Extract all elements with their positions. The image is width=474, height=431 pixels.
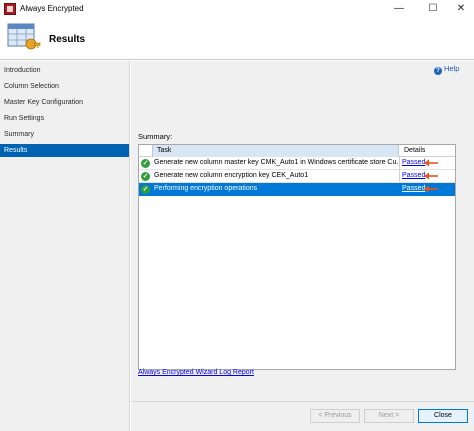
task-cell: Performing encryption operations [154, 185, 258, 192]
details-passed-link[interactable]: Passed [401, 183, 425, 195]
help-link[interactable]: ? Help [434, 64, 459, 75]
column-divider [399, 157, 400, 169]
sidebar-item-introduction[interactable]: Introduction [0, 64, 129, 77]
next-button[interactable]: Next > [364, 409, 414, 423]
wizard-header: Results [0, 18, 474, 60]
wizard-icon [7, 23, 41, 50]
help-icon: ? [434, 67, 442, 75]
sidebar-item-run-settings[interactable]: Run Settings [0, 112, 129, 125]
window-title: Always Encrypted [20, 4, 84, 13]
column-header-task[interactable]: Task [152, 145, 399, 157]
success-check-icon: ✓ [141, 159, 150, 168]
sidebar-item-results[interactable]: Results [0, 144, 129, 157]
annotation-arrow-icon [424, 185, 438, 193]
table-row-selected[interactable]: ✓ Performing encryption operations Passe… [139, 183, 455, 196]
success-check-icon: ✓ [141, 185, 150, 194]
help-label: Help [444, 64, 460, 73]
app-icon [4, 3, 16, 15]
close-window-button[interactable]: ✕ [446, 0, 474, 18]
summary-label: Summary: [138, 132, 173, 141]
sidebar-item-master-key-configuration[interactable]: Master Key Configuration [0, 96, 129, 109]
page-title: Results [49, 34, 86, 45]
title-bar: Always Encrypted — ☐ ✕ [0, 0, 474, 18]
footer-divider [131, 401, 474, 402]
details-passed-link[interactable]: Passed [401, 170, 425, 182]
minimize-button[interactable]: — [384, 0, 414, 18]
log-report-link[interactable]: Always Encrypted Wizard Log Report [138, 369, 254, 376]
previous-button[interactable]: < Previous [310, 409, 360, 423]
results-grid: Task Details ✓ Generate new column maste… [138, 144, 456, 370]
column-divider [399, 170, 400, 182]
annotation-arrow-icon [424, 172, 438, 180]
table-row[interactable]: ✓ Generate new column encryption key CEK… [139, 170, 455, 183]
maximize-button[interactable]: ☐ [418, 0, 448, 18]
sidebar-item-column-selection[interactable]: Column Selection [0, 80, 129, 93]
details-passed-link[interactable]: Passed [401, 157, 425, 169]
grid-header: Task Details [139, 145, 455, 157]
sidebar-item-summary[interactable]: Summary [0, 128, 129, 141]
task-cell: Generate new column encryption key CEK_A… [154, 172, 309, 179]
task-cell: Generate new column master key CMK_Auto1… [154, 159, 399, 166]
table-row[interactable]: ✓ Generate new column master key CMK_Aut… [139, 157, 455, 170]
column-header-details[interactable]: Details [400, 145, 455, 157]
success-check-icon: ✓ [141, 172, 150, 181]
close-button[interactable]: Close [418, 409, 468, 423]
annotation-arrow-icon [424, 159, 438, 167]
wizard-sidebar: Introduction Column Selection Master Key… [0, 61, 130, 431]
